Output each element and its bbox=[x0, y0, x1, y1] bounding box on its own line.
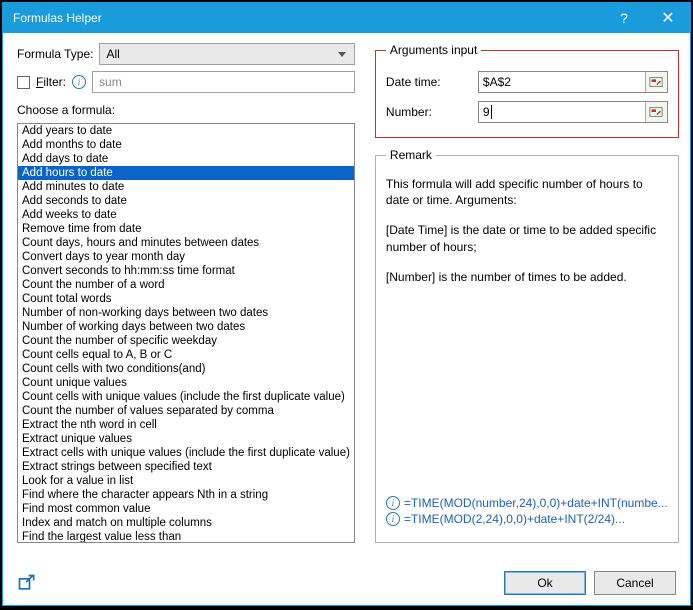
list-item[interactable]: Add weeks to date bbox=[18, 208, 354, 222]
remark-legend: Remark bbox=[386, 148, 436, 162]
bottom-bar: Ok Cancel bbox=[3, 565, 690, 605]
arguments-legend: Arguments input bbox=[386, 43, 481, 57]
formula-type-label: Formula Type: bbox=[17, 47, 93, 61]
list-item[interactable]: Number of non-working days between two d… bbox=[18, 306, 354, 320]
date-time-range-button[interactable] bbox=[645, 72, 667, 92]
content-area: Formula Type: All Filter: i sum Choose a… bbox=[3, 33, 690, 565]
list-item[interactable]: Count days, hours and minutes between da… bbox=[18, 236, 354, 250]
info-icon[interactable]: i bbox=[72, 75, 86, 89]
list-item[interactable]: Extract unique values bbox=[18, 432, 354, 446]
list-item[interactable]: Extract the nth word in cell bbox=[18, 418, 354, 432]
list-item[interactable]: Index and match on multiple columns bbox=[18, 516, 354, 530]
help-button[interactable]: ? bbox=[602, 3, 646, 33]
list-item[interactable]: Add days to date bbox=[18, 152, 354, 166]
number-label: Number: bbox=[386, 105, 470, 119]
date-time-value: $A$2 bbox=[479, 75, 645, 89]
filter-label: Filter: bbox=[36, 75, 66, 89]
cancel-button[interactable]: Cancel bbox=[594, 571, 676, 595]
formula-type-value: All bbox=[106, 47, 119, 61]
share-icon[interactable] bbox=[17, 573, 37, 593]
info-icon: i bbox=[386, 496, 400, 510]
list-item[interactable]: Number of working days between two dates bbox=[18, 320, 354, 334]
formula-links: i =TIME(MOD(number,24),0,0)+date+INT(num… bbox=[386, 494, 668, 526]
info-icon: i bbox=[386, 512, 400, 526]
list-item[interactable]: Find most common value bbox=[18, 502, 354, 516]
date-time-input[interactable]: $A$2 bbox=[478, 71, 668, 93]
choose-formula-label: Choose a formula: bbox=[17, 103, 355, 117]
list-item[interactable]: Count cells equal to A, B or C bbox=[18, 348, 354, 362]
formula-type-select[interactable]: All bbox=[99, 43, 354, 65]
remark-fieldset: Remark This formula will add specific nu… bbox=[375, 148, 679, 543]
window-title: Formulas Helper bbox=[13, 11, 602, 25]
list-item[interactable]: Add seconds to date bbox=[18, 194, 354, 208]
list-item[interactable]: Add months to date bbox=[18, 138, 354, 152]
number-range-button[interactable] bbox=[645, 102, 667, 122]
formula-listbox[interactable]: Add years to dateAdd months to dateAdd d… bbox=[17, 123, 355, 543]
list-item[interactable]: Add minutes to date bbox=[18, 180, 354, 194]
ok-button[interactable]: Ok bbox=[504, 571, 586, 595]
filter-checkbox[interactable] bbox=[17, 76, 30, 89]
formula-link-2[interactable]: i =TIME(MOD(2,24),0,0)+date+INT(2/24)... bbox=[386, 512, 668, 526]
filter-input[interactable]: sum bbox=[92, 71, 355, 93]
list-item[interactable]: Add hours to date bbox=[18, 166, 354, 180]
list-item[interactable]: Count cells with unique values (include … bbox=[18, 390, 354, 404]
list-item[interactable]: Convert seconds to hh:mm:ss time format bbox=[18, 264, 354, 278]
list-item[interactable]: Look for a value in list bbox=[18, 474, 354, 488]
remark-p1: This formula will add specific number of… bbox=[386, 176, 668, 208]
list-item[interactable]: Convert days to year month day bbox=[18, 250, 354, 264]
number-value: 9 bbox=[479, 105, 645, 120]
list-item[interactable]: Add years to date bbox=[18, 124, 354, 138]
close-button[interactable]: ✕ bbox=[646, 3, 690, 33]
number-input[interactable]: 9 bbox=[478, 101, 668, 123]
list-item[interactable]: Count the number of specific weekday bbox=[18, 334, 354, 348]
formula-link-1[interactable]: i =TIME(MOD(number,24),0,0)+date+INT(num… bbox=[386, 496, 668, 510]
list-item[interactable]: Extract strings between specified text bbox=[18, 460, 354, 474]
list-item[interactable]: Find where the character appears Nth in … bbox=[18, 488, 354, 502]
titlebar: Formulas Helper ? ✕ bbox=[3, 3, 690, 33]
list-item[interactable]: Count the number of a word bbox=[18, 278, 354, 292]
remark-p2: [Date Time] is the date or time to be ad… bbox=[386, 222, 668, 254]
arguments-fieldset: Arguments input Date time: $A$2 Number: bbox=[375, 43, 679, 138]
filter-placeholder: sum bbox=[99, 75, 122, 89]
list-item[interactable]: Count total words bbox=[18, 292, 354, 306]
list-item[interactable]: Count unique values bbox=[18, 376, 354, 390]
dialog-window: Formulas Helper ? ✕ Formula Type: All Fi… bbox=[2, 2, 691, 606]
date-time-label: Date time: bbox=[386, 75, 470, 89]
list-item[interactable]: Remove time from date bbox=[18, 222, 354, 236]
list-item[interactable]: Count cells with two conditions(and) bbox=[18, 362, 354, 376]
list-item[interactable]: Extract cells with unique values (includ… bbox=[18, 446, 354, 460]
list-item[interactable]: Find the largest value less than bbox=[18, 530, 354, 543]
list-item[interactable]: Count the number of values separated by … bbox=[18, 404, 354, 418]
remark-p3: [Number] is the number of times to be ad… bbox=[386, 269, 668, 285]
